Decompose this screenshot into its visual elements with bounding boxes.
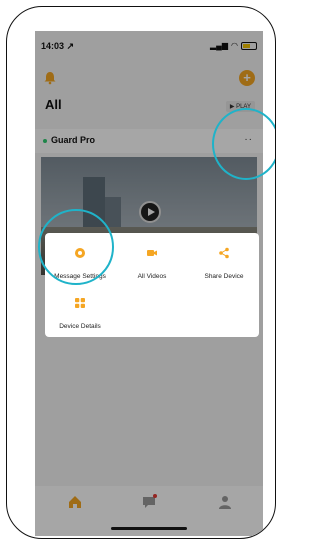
all-videos-button[interactable]: All Videos	[117, 247, 187, 283]
device-details-button[interactable]: Device Details	[45, 297, 115, 333]
share-device-button[interactable]: Share Device	[189, 247, 259, 283]
phone-frame: 14:03 ↗ ▂▄▆ ◠ + All ▶ PLAY Guard Pro ··	[6, 6, 276, 539]
highlight-ring-message-settings	[38, 209, 114, 285]
video-icon	[147, 250, 157, 256]
share-device-label: Share Device	[204, 273, 244, 280]
device-details-label: Device Details	[59, 323, 101, 330]
home-indicator	[111, 527, 187, 530]
all-videos-label: All Videos	[137, 273, 167, 280]
share-icon	[219, 247, 229, 259]
highlight-ring-more	[212, 108, 275, 180]
grid-icon	[75, 298, 85, 308]
